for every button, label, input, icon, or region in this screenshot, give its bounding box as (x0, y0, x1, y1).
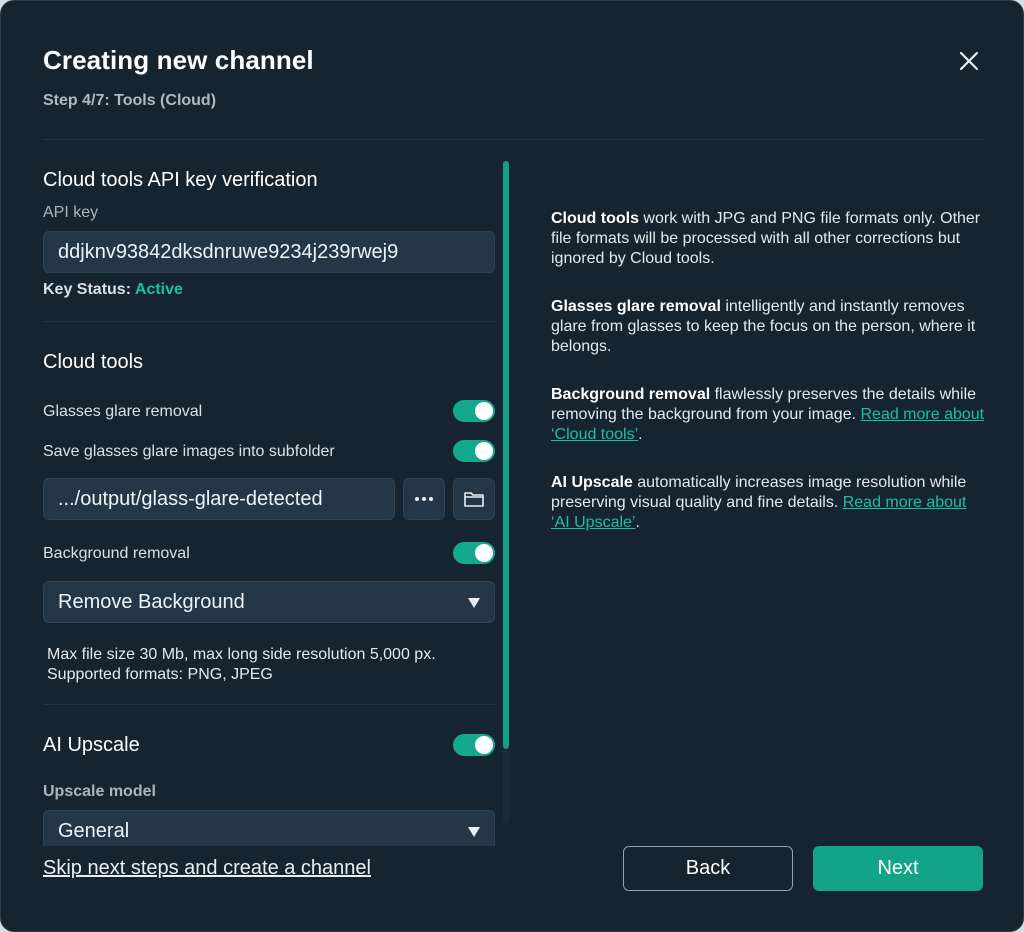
settings-panel[interactable]: Cloud tools API key verification API key… (43, 161, 495, 846)
save-subfolder-label: Save glasses glare images into subfolder (43, 443, 335, 460)
step-indicator: Step 4/7: Tools (Cloud) (43, 92, 217, 109)
info-background-removal: Background removal flawlessly preserves … (551, 385, 985, 445)
key-status: Key Status: Active (43, 281, 183, 299)
page-title: Creating new channel (43, 45, 314, 75)
cloud-tools-title: Cloud tools (43, 351, 144, 373)
info-glasses-glare: Glasses glare removal intelligently and … (551, 297, 985, 357)
ai-upscale-title: AI Upscale (43, 734, 140, 756)
supported-formats-help: Supported formats: PNG, JPEG (47, 666, 273, 683)
scrollbar-thumb[interactable] (503, 161, 509, 749)
info-cloud-tools-term: Cloud tools (551, 210, 639, 227)
toggle-knob (475, 736, 493, 754)
save-subfolder-toggle[interactable] (453, 440, 495, 462)
info-period: . (638, 426, 643, 443)
folder-icon (464, 492, 484, 507)
info-glasses-glare-term: Glasses glare removal (551, 298, 721, 315)
info-background-removal-term: Background removal (551, 386, 711, 403)
info-ai-upscale-term: AI Upscale (551, 474, 633, 491)
upscale-model-label: Upscale model (43, 783, 156, 800)
create-channel-dialog: Creating new channel Step 4/7: Tools (Cl… (0, 0, 1024, 932)
background-removal-label: Background removal (43, 545, 190, 562)
api-key-label: API key (43, 204, 99, 221)
chevron-down-icon (468, 827, 480, 837)
toggle-knob (475, 402, 493, 420)
browse-folder-button[interactable] (453, 478, 495, 520)
info-panel: Cloud tools work with JPG and PNG file f… (551, 209, 985, 561)
upscale-model-select[interactable]: General (43, 810, 495, 846)
back-button[interactable]: Back (623, 846, 793, 891)
glasses-glare-label: Glasses glare removal (43, 403, 203, 420)
more-horizontal-icon (415, 497, 433, 501)
background-removal-toggle[interactable] (453, 542, 495, 564)
section-divider (43, 704, 495, 705)
more-options-button[interactable] (403, 478, 445, 520)
toggle-knob (475, 544, 493, 562)
ai-upscale-toggle[interactable] (453, 734, 495, 756)
key-status-label: Key Status: (43, 281, 132, 298)
section-divider (43, 321, 495, 322)
upscale-model-value: General (58, 820, 130, 842)
file-size-help: Max file size 30 Mb, max long side resol… (47, 646, 436, 663)
info-period: . (635, 514, 640, 531)
header-divider (43, 139, 983, 140)
api-key-input[interactable]: ddjknv93842dksdnruwe9234j239rwej9 (43, 231, 495, 273)
info-ai-upscale: AI Upscale automatically increases image… (551, 473, 985, 533)
background-mode-value: Remove Background (58, 591, 245, 613)
toggle-knob (475, 442, 493, 460)
subfolder-path-input[interactable]: .../output/glass-glare-detected (43, 478, 395, 520)
key-status-value: Active (134, 281, 183, 298)
glasses-glare-toggle[interactable] (453, 400, 495, 422)
close-button[interactable] (953, 45, 985, 77)
chevron-down-icon (468, 598, 480, 608)
info-cloud-tools: Cloud tools work with JPG and PNG file f… (551, 209, 985, 269)
api-section-title: Cloud tools API key verification (43, 169, 318, 191)
skip-steps-link[interactable]: Skip next steps and create a channel (43, 857, 371, 880)
background-mode-select[interactable]: Remove Background (43, 581, 495, 623)
close-icon (959, 51, 979, 71)
next-button[interactable]: Next (813, 846, 983, 891)
